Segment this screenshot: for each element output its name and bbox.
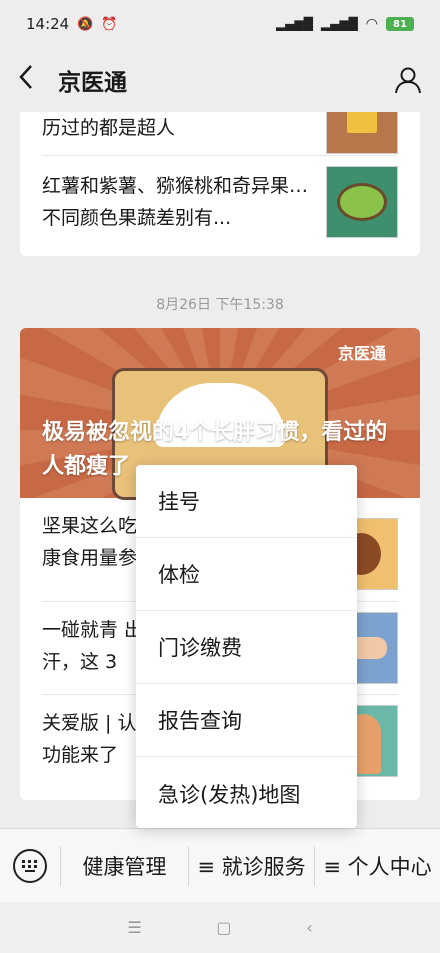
wifi-icon: ◠ bbox=[365, 16, 378, 32]
menu-item-registration[interactable]: 挂号 bbox=[136, 465, 357, 538]
menu-personal-center[interactable]: ≡ 个人中心 bbox=[314, 845, 440, 886]
menu-item-checkup[interactable]: 体检 bbox=[136, 538, 357, 611]
status-bar: 14:24 🔕 ⏰ ▂▄▆█ ▂▄▆█ ◠ 81 bbox=[0, 0, 440, 48]
menu-icon[interactable]: ☰ bbox=[127, 918, 141, 937]
menu-item-outpatient-payment[interactable]: 门诊缴费 bbox=[136, 611, 357, 684]
signal-hd-icon: ▂▄▆█ bbox=[320, 17, 358, 31]
menu-item-report-query[interactable]: 报告查询 bbox=[136, 684, 357, 757]
home-icon[interactable]: ▢ bbox=[216, 918, 231, 937]
keyboard-toggle-button[interactable] bbox=[0, 829, 60, 903]
menu-medical-services[interactable]: ≡ 就诊服务 bbox=[188, 845, 314, 886]
message-timestamp: 8月26日 下午15:38 bbox=[156, 297, 284, 313]
status-time: 14:24 bbox=[26, 15, 70, 33]
article-title: 历过的都是超人 bbox=[42, 117, 176, 139]
list-item[interactable]: 红薯和紫薯、猕猴桃和奇异果…不同颜色果蔬差别有... bbox=[42, 155, 398, 256]
alarm-icon: ⏰ bbox=[101, 16, 118, 32]
system-nav-bar: ☰ ▢ ‹ bbox=[0, 902, 440, 953]
keyboard-icon bbox=[13, 848, 47, 883]
article-title: 红薯和紫薯、猕猴桃和奇异果…不同颜色果蔬差别有... bbox=[42, 175, 309, 229]
feature-logo: 京医通 bbox=[337, 344, 386, 363]
menu-health-management[interactable]: 健康管理 bbox=[60, 845, 188, 886]
battery-indicator: 81 bbox=[386, 17, 414, 31]
article-thumbnail bbox=[326, 112, 398, 154]
person-icon[interactable] bbox=[394, 66, 422, 94]
list-item[interactable]: 历过的都是超人 bbox=[42, 112, 398, 154]
article-thumbnail bbox=[326, 166, 398, 238]
page-title: 京医通 bbox=[58, 70, 127, 96]
nav-bar: 京医通 bbox=[0, 48, 440, 112]
menu-item-emergency-map[interactable]: 急诊(发热)地图 bbox=[136, 757, 357, 830]
back-icon[interactable]: ‹ bbox=[306, 918, 312, 937]
signal-icon: ▂▄▆█ bbox=[275, 17, 313, 31]
article-card-top: 历过的都是超人 红薯和紫薯、猕猴桃和奇异果…不同颜色果蔬差别有... bbox=[20, 112, 420, 256]
mute-icon: 🔕 bbox=[77, 16, 94, 32]
chevron-left-icon[interactable] bbox=[18, 64, 40, 97]
service-popup-menu: 挂号 体检 门诊缴费 报告查询 急诊(发热)地图 bbox=[136, 465, 357, 828]
account-menu-bar: 健康管理 ≡ 就诊服务 ≡ 个人中心 bbox=[0, 828, 440, 902]
